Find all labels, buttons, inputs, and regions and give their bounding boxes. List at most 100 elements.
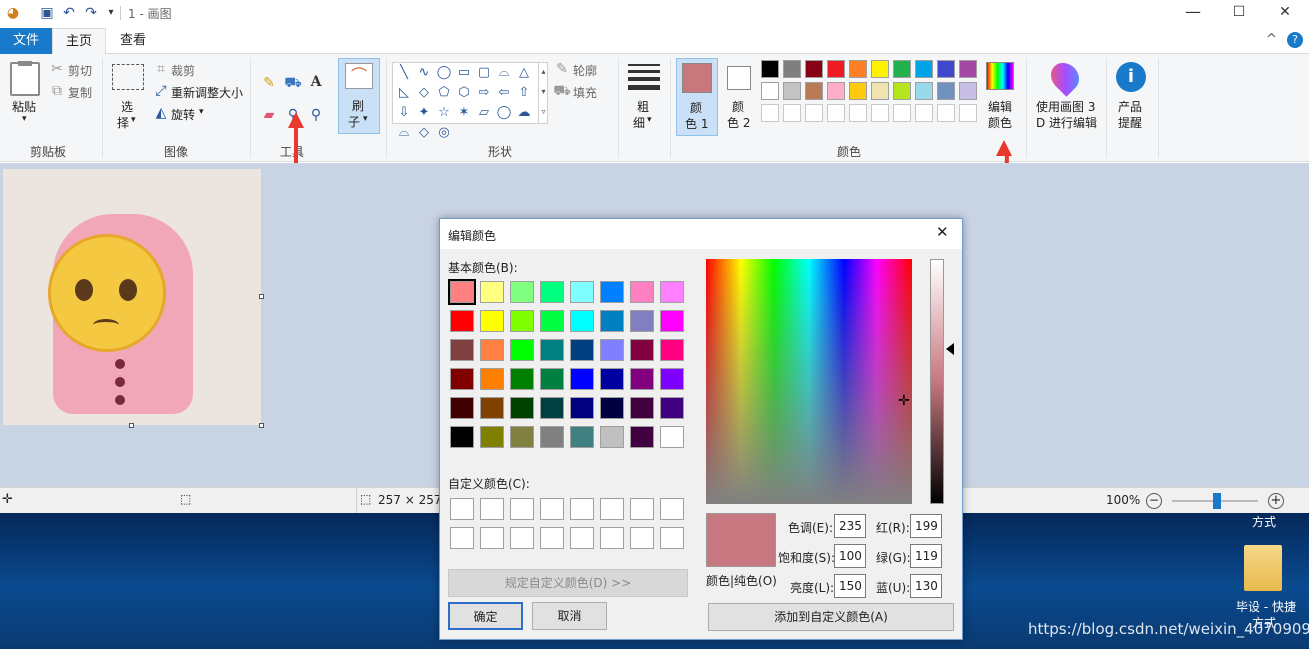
- blue-input[interactable]: 130: [910, 574, 942, 598]
- resize-handle[interactable]: [129, 423, 134, 428]
- resize-label[interactable]: 重新调整大小: [171, 84, 243, 101]
- palette-swatch[interactable]: [805, 60, 823, 78]
- shape-icon[interactable]: ◇: [415, 84, 433, 102]
- size-label-1[interactable]: 粗: [637, 98, 649, 115]
- palette-swatch[interactable]: [783, 60, 801, 78]
- basic-color-swatch[interactable]: [570, 339, 594, 361]
- color-spectrum[interactable]: [706, 259, 912, 504]
- green-input[interactable]: 119: [910, 544, 942, 568]
- outline-icon[interactable]: ✎: [553, 60, 571, 78]
- palette-swatch[interactable]: [783, 82, 801, 100]
- shape-icon[interactable]: ◯: [495, 104, 513, 122]
- tab-home[interactable]: 主页: [52, 28, 106, 55]
- basic-color-swatch[interactable]: [660, 368, 684, 390]
- basic-color-swatch[interactable]: [480, 339, 504, 361]
- palette-swatch[interactable]: [937, 60, 955, 78]
- shapes-gallery[interactable]: ╲ ∿ ◯ ▭ ▢ ⌓ △ ◺ ◇ ⬠ ⬡ ⇨ ⇦ ⇧ ⇩ ✦ ☆ ✶ ▱ ◯ ☁ ⌓ ◇ ◎: [392, 62, 548, 140]
- luminance-pointer-icon[interactable]: [946, 343, 954, 355]
- basic-color-swatch[interactable]: [510, 281, 534, 303]
- rotate-dropdown-icon[interactable]: ▾: [199, 107, 204, 117]
- basic-color-swatch[interactable]: [630, 368, 654, 390]
- luminance-input[interactable]: 150: [834, 574, 866, 598]
- edit-colors-label-1[interactable]: 编辑: [988, 98, 1012, 115]
- palette-swatch[interactable]: [871, 60, 889, 78]
- basic-color-swatch[interactable]: [600, 339, 624, 361]
- spectrum-crosshair-icon[interactable]: ✛: [898, 393, 910, 409]
- product-label-2[interactable]: 提醒: [1118, 114, 1142, 131]
- basic-color-swatch[interactable]: [600, 281, 624, 303]
- size-icon[interactable]: [628, 64, 660, 90]
- basic-color-swatch[interactable]: [570, 368, 594, 390]
- basic-color-swatch[interactable]: [600, 426, 624, 448]
- shape-icon[interactable]: ◎: [435, 124, 453, 142]
- palette-swatch[interactable]: [915, 82, 933, 100]
- fill-bucket-icon[interactable]: ⛟: [284, 74, 302, 92]
- minimize-button[interactable]: —: [1170, 0, 1216, 26]
- select-dropdown-icon[interactable]: ▾: [131, 115, 136, 125]
- shape-icon[interactable]: ▭: [455, 64, 473, 82]
- select-label-1[interactable]: 选: [121, 98, 133, 115]
- palette-swatch[interactable]: [805, 82, 823, 100]
- folder-shortcut-icon[interactable]: [1244, 545, 1282, 591]
- shape-icon[interactable]: ⬠: [435, 84, 453, 102]
- basic-color-swatch[interactable]: [450, 426, 474, 448]
- custom-colors-grid[interactable]: [450, 498, 690, 554]
- shape-icon[interactable]: ☁: [515, 104, 533, 122]
- shape-icon[interactable]: ☆: [435, 104, 453, 122]
- redo-icon[interactable]: ↷: [82, 4, 100, 22]
- custom-color-swatch[interactable]: [660, 498, 684, 520]
- basic-color-swatch[interactable]: [630, 426, 654, 448]
- zoom-out-button[interactable]: −: [1146, 493, 1162, 509]
- basic-color-swatch[interactable]: [660, 426, 684, 448]
- basic-color-swatch[interactable]: [540, 310, 564, 332]
- shape-icon[interactable]: △: [515, 64, 533, 82]
- color2-swatch[interactable]: [727, 66, 751, 90]
- palette-swatch[interactable]: [959, 60, 977, 78]
- custom-color-swatch[interactable]: [510, 498, 534, 520]
- custom-color-swatch[interactable]: [480, 527, 504, 549]
- shape-icon[interactable]: ◺: [395, 84, 413, 102]
- info-icon[interactable]: i: [1116, 62, 1146, 92]
- shape-icon[interactable]: ⇧: [515, 84, 533, 102]
- shape-icon[interactable]: ⇩: [395, 104, 413, 122]
- palette-swatch[interactable]: [937, 82, 955, 100]
- outline-label[interactable]: 轮廓: [573, 62, 597, 79]
- basic-color-swatch[interactable]: [510, 310, 534, 332]
- basic-color-swatch[interactable]: [540, 281, 564, 303]
- pencil-icon[interactable]: ✎: [260, 74, 278, 92]
- paste-label[interactable]: 粘贴: [12, 98, 36, 115]
- zoom-slider-thumb[interactable]: [1212, 493, 1221, 509]
- color-palette[interactable]: [761, 60, 981, 126]
- crop-label[interactable]: 裁剪: [171, 62, 195, 79]
- paint3d-icon[interactable]: [1045, 57, 1085, 97]
- rotate-icon[interactable]: ◭: [152, 104, 170, 122]
- paint3d-label-2[interactable]: D 进行编辑: [1036, 114, 1097, 131]
- basic-color-swatch[interactable]: [480, 310, 504, 332]
- cut-icon[interactable]: ✂: [48, 60, 66, 78]
- basic-color-swatch[interactable]: [448, 279, 476, 305]
- palette-swatch[interactable]: [871, 82, 889, 100]
- paste-dropdown-icon[interactable]: ▾: [22, 114, 27, 124]
- size-label-2[interactable]: 细: [633, 114, 645, 131]
- fill-icon[interactable]: ⛟: [553, 82, 571, 100]
- basic-color-swatch[interactable]: [570, 397, 594, 419]
- basic-color-swatch[interactable]: [570, 310, 594, 332]
- basic-color-swatch[interactable]: [450, 339, 474, 361]
- palette-swatch[interactable]: [783, 104, 801, 122]
- basic-color-swatch[interactable]: [660, 281, 684, 303]
- help-icon[interactable]: ?: [1287, 32, 1303, 48]
- basic-color-swatch[interactable]: [540, 397, 564, 419]
- custom-color-swatch[interactable]: [600, 498, 624, 520]
- rotate-label[interactable]: 旋转: [171, 106, 195, 123]
- magnifier-icon[interactable]: ⚲: [307, 106, 325, 124]
- shape-icon[interactable]: ◇: [415, 124, 433, 142]
- basic-color-swatch[interactable]: [660, 310, 684, 332]
- crop-icon[interactable]: ⌗: [152, 60, 170, 78]
- paint3d-label-1[interactable]: 使用画图 3: [1036, 98, 1095, 115]
- basic-colors-grid[interactable]: [448, 279, 690, 455]
- shape-icon[interactable]: ∿: [415, 64, 433, 82]
- basic-color-swatch[interactable]: [510, 339, 534, 361]
- palette-swatch[interactable]: [761, 82, 779, 100]
- saturation-input[interactable]: 100: [834, 544, 866, 568]
- custom-color-swatch[interactable]: [510, 527, 534, 549]
